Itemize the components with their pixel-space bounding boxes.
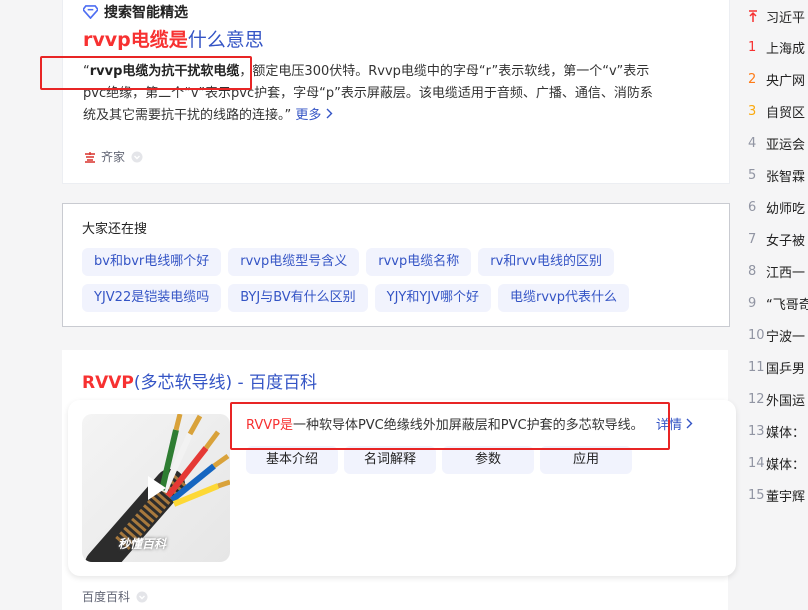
hot-item[interactable]: 8 江西一 [748, 261, 805, 281]
baike-result-card: RVVP(多芯软导线) - 百度百科 秒懂百科 RVVP是一种软导体PVC绝缘线… [62, 350, 736, 610]
chevron-right-icon [326, 108, 333, 119]
section-button[interactable]: 应用 [540, 446, 632, 474]
hot-rank-number: 10 [748, 327, 765, 343]
hot-rank-number: 9 [748, 295, 757, 311]
hot-rank-number: 5 [748, 167, 757, 183]
hot-item[interactable]: 9 “飞哥奇 [748, 293, 808, 313]
related-tag[interactable]: rv和rvv电线的区别 [478, 248, 614, 276]
result-source[interactable]: 齐家 [83, 148, 143, 165]
hot-item-title: 董宇辉 [766, 489, 806, 505]
hot-rank-number: 4 [748, 135, 757, 151]
baike-section-buttons: 基本介绍 名词解释 参数 应用 [246, 446, 638, 474]
ai-select-label: 搜索智能精选 [83, 2, 188, 22]
diamond-icon [83, 5, 98, 19]
hot-item-top[interactable]: 习近平 [748, 6, 805, 26]
section-button[interactable]: 名词解释 [344, 446, 436, 474]
hot-item[interactable]: 14 媒体： [748, 453, 805, 473]
hot-item[interactable]: 2 央广网 [748, 69, 805, 89]
hot-rank-number: 1 [748, 39, 757, 55]
hot-item-title: 国乒男 [766, 361, 806, 377]
hot-item[interactable]: 11 国乒男 [748, 357, 805, 377]
hot-item-title: 媒体： [766, 425, 806, 441]
result-title-link[interactable]: rvvp电缆是什么意思 [83, 25, 264, 52]
related-tag[interactable]: YJV22是铠装电缆吗 [82, 284, 222, 312]
hot-item[interactable]: 7 女子被 [748, 229, 805, 249]
hot-item-title: “飞哥奇 [766, 297, 808, 313]
hot-item-title: 上海成 [766, 41, 806, 57]
hot-rank-number: 7 [748, 231, 757, 247]
related-tag[interactable]: 电缆rvvp代表什么 [498, 284, 629, 312]
hot-rank-number: 3 [748, 103, 757, 119]
related-tag[interactable]: rvvp电缆名称 [366, 248, 472, 276]
related-tag[interactable]: YJY和YJV哪个好 [374, 284, 492, 312]
qijia-logo-icon [83, 150, 97, 163]
cable-video-thumbnail[interactable]: 秒懂百科 [82, 414, 230, 562]
hot-rank-number: 8 [748, 263, 757, 279]
related-searches-title: 大家还在搜 [82, 222, 148, 237]
hot-item[interactable]: 15 董宇辉 [748, 485, 805, 505]
hot-item[interactable]: 6 幼师吃 [748, 197, 805, 217]
hot-item-title: 媒体： [766, 457, 806, 473]
section-button[interactable]: 基本介绍 [246, 446, 338, 474]
more-link[interactable]: 更多 [295, 108, 333, 123]
ai-answer-card: 搜索智能精选 rvvp电缆是什么意思 “rvvp电缆为抗干扰软电缆，额定电压30… [62, 0, 730, 184]
hot-item-title: 幼师吃 [766, 201, 806, 217]
section-button[interactable]: 参数 [442, 446, 534, 474]
hot-item-title: 亚运会 [766, 137, 806, 153]
hot-item-title: 张智霖 [766, 169, 806, 185]
hot-rank-number: 15 [748, 487, 765, 503]
hot-item[interactable]: 4 亚运会 [748, 133, 805, 153]
hot-item-title: 自贸区 [766, 105, 806, 121]
related-tag[interactable]: bv和bvr电线哪个好 [82, 248, 222, 276]
feedback-icon[interactable] [131, 151, 143, 163]
hot-item[interactable]: 5 张智霖 [748, 165, 805, 185]
hot-rank-number: 2 [748, 71, 757, 87]
hot-item-title: 江西一 [766, 265, 806, 281]
feedback-icon[interactable] [136, 591, 148, 603]
hot-item[interactable]: 3 自贸区 [748, 101, 805, 121]
hot-rank-number: 13 [748, 423, 765, 439]
related-searches-card: 大家还在搜 bv和bvr电线哪个好 rvvp电缆型号含义 rvvp电缆名称 rv和rv… [62, 203, 730, 327]
hot-rank-number: 12 [748, 391, 765, 407]
hot-item-title: 宁波一 [766, 329, 806, 345]
hot-item-title: 外国运 [766, 393, 806, 409]
related-tags: bv和bvr电线哪个好 rvvp电缆型号含义 rvvp电缆名称 rv和rvv电线的区别… [82, 248, 722, 320]
hot-rank-number: 6 [748, 199, 757, 215]
related-tag[interactable]: BYJ与BV有什么区别 [228, 284, 368, 312]
hot-item-title: 女子被 [766, 233, 806, 249]
hot-rank-number: 11 [748, 359, 765, 375]
annotation-box [230, 402, 670, 450]
related-tag[interactable]: rvvp电缆型号含义 [228, 248, 360, 276]
hot-search-sidebar: 习近平 1 上海成 2 央广网 3 自贸区 4 亚运会 5 张智霖 6 幼师吃 7 女子被 8 江西一 9 “飞哥… [744, 0, 808, 602]
baike-title-link[interactable]: RVVP(多芯软导线) - 百度百科 [82, 368, 317, 393]
baike-source[interactable]: 百度百科 [82, 588, 148, 605]
annotation-box [40, 56, 252, 90]
hot-rank-number: 14 [748, 455, 765, 471]
hot-item[interactable]: 13 媒体： [748, 421, 805, 441]
hot-item[interactable]: 1 上海成 [748, 37, 805, 57]
hot-item[interactable]: 12 外国运 [748, 389, 805, 409]
hot-item[interactable]: 10 宁波一 [748, 325, 805, 345]
pin-top-icon [749, 10, 757, 22]
hot-item-title: 央广网 [766, 73, 806, 89]
chevron-right-icon [686, 418, 693, 429]
